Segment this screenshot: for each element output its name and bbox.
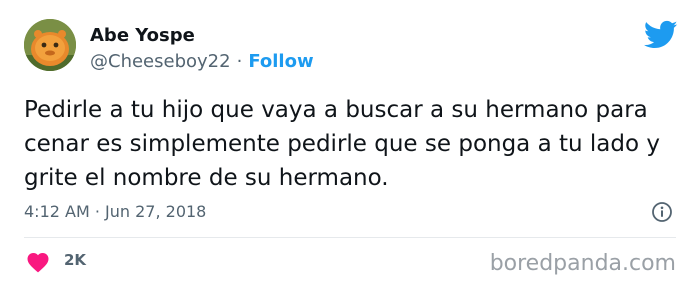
tweet-text-line: cenar es simplemente pedirle que se pong… (24, 131, 660, 157)
tweet-text-line: grite el nombre de su hermano. (24, 165, 389, 191)
watermark: boredpanda.com (489, 251, 676, 276)
info-icon[interactable] (651, 201, 673, 223)
avatar[interactable] (24, 19, 76, 71)
like-count[interactable]: 2K (64, 251, 86, 269)
avatar-image (24, 19, 76, 71)
heart-icon[interactable] (26, 251, 50, 273)
tweet-text: Pedirle a tu hijo que vaya a buscar a su… (24, 93, 694, 195)
twitter-bird-icon[interactable] (644, 20, 678, 50)
follow-button[interactable]: Follow (248, 51, 313, 72)
tweet-text-line: Pedirle a tu hijo que vaya a buscar a su… (24, 97, 648, 123)
tweet-timestamp[interactable]: 4:12 AM · Jun 27, 2018 (24, 202, 206, 221)
separator-dot: · (236, 51, 243, 72)
author-handle-row: @Cheeseboy22 · Follow (90, 51, 314, 72)
divider (24, 237, 676, 238)
author-display-name[interactable]: Abe Yospe (90, 25, 195, 46)
author-handle[interactable]: @Cheeseboy22 (90, 51, 231, 72)
